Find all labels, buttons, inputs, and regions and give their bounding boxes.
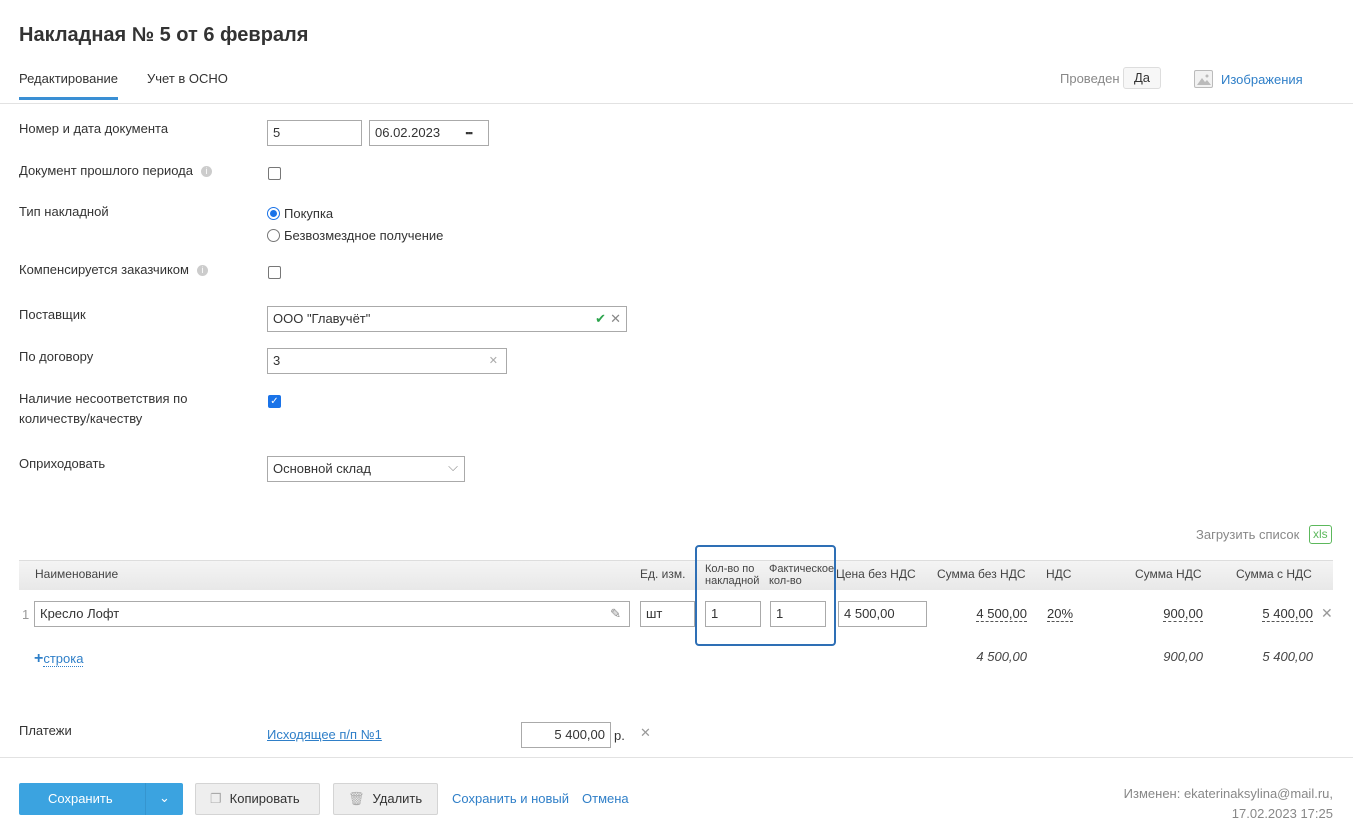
chevron-down-icon: ⌵	[448, 459, 458, 474]
pencil-icon[interactable]: ✎	[610, 602, 621, 626]
supplier-input[interactable]: ООО "Главучёт" ✔ ✕	[267, 306, 627, 332]
total-vat-sum: 900,00	[1163, 649, 1203, 664]
xls-icon[interactable]: xls	[1309, 525, 1332, 544]
col-vat: НДС	[1046, 567, 1072, 581]
compensated-label: Компенсируется заказчиком i	[19, 260, 208, 280]
payments-label: Платежи	[19, 723, 72, 738]
qty-actual-input[interactable]: 1	[770, 601, 826, 627]
payment-amount-input[interactable]: 5 400,00	[521, 722, 611, 748]
currency-label: р.	[614, 728, 625, 743]
cancel-link[interactable]: Отмена	[582, 791, 629, 806]
qty-invoice-input[interactable]: 1	[705, 601, 761, 627]
save-new-link[interactable]: Сохранить и новый	[452, 791, 569, 806]
modified-by: Изменен: ekaterinaksylina@mail.ru,	[1123, 786, 1333, 801]
mismatch-label: Наличие несоответствия по количеству/кач…	[19, 391, 188, 426]
sum-value[interactable]: 4 500,00	[976, 606, 1027, 622]
posted-label: Проведен	[1060, 71, 1120, 86]
contract-input[interactable]: 3 ✕	[267, 348, 507, 374]
page-title: Накладная № 5 от 6 февраля	[19, 24, 309, 46]
copy-label: Копировать	[229, 791, 300, 806]
type-label: Тип накладной	[19, 204, 109, 219]
receive-label: Оприходовать	[19, 456, 106, 471]
doc-date-value: 06.02.2023	[375, 125, 441, 140]
add-row-label: строка	[43, 651, 84, 667]
save-button[interactable]: Сохранить ⌄	[19, 783, 183, 815]
total-with-vat: 5 400,00	[1262, 649, 1313, 664]
doc-number-input[interactable]: 5	[267, 120, 362, 146]
col-name: Наименование	[35, 567, 119, 581]
delete-button[interactable]: 🗑 Удалить	[333, 783, 438, 815]
warehouse-select[interactable]: Основной склад ⌵	[267, 456, 465, 482]
col-sum: Сумма без НДС	[937, 567, 1026, 581]
remove-payment-icon[interactable]: ✕	[640, 725, 651, 741]
image-icon	[1194, 70, 1213, 88]
delete-label: Удалить	[372, 791, 423, 806]
payment-link[interactable]: Исходящее п/п №1	[267, 727, 382, 742]
trash-icon: 🗑	[348, 791, 365, 806]
chevron-down-icon[interactable]: ⌄	[145, 783, 183, 815]
copy-icon: ❐	[210, 791, 222, 806]
modified-info: Изменен: ekaterinaksylina@mail.ru, 17.02.…	[1124, 784, 1333, 824]
row-number: 1	[22, 607, 30, 622]
copy-button[interactable]: ❐ Копировать	[195, 783, 320, 815]
info-icon[interactable]: i	[196, 265, 208, 277]
radio-purchase-label: Покупка	[284, 206, 334, 221]
remove-row-icon[interactable]: ✕	[1321, 605, 1333, 622]
compensated-checkbox[interactable]	[268, 266, 281, 279]
contract-label: По договору	[19, 349, 94, 364]
calendar-icon[interactable]: ▪▪▪	[465, 121, 473, 145]
unit-input[interactable]: шт	[640, 601, 695, 627]
doc-label: Номер и дата документа	[19, 121, 169, 136]
past-period-checkbox[interactable]	[268, 167, 281, 180]
doc-date-input[interactable]: 06.02.2023 ▪▪▪	[369, 120, 489, 146]
vat-sum-value[interactable]: 900,00	[1163, 606, 1203, 622]
images-link[interactable]: Изображения	[1221, 72, 1303, 87]
contract-value: 3	[273, 353, 281, 368]
mismatch-checkbox[interactable]: ✓	[268, 395, 281, 408]
col-total: Сумма с НДС	[1236, 567, 1312, 581]
past-period-text: Документ прошлого периода	[19, 163, 193, 178]
vat-select[interactable]: 20%	[1047, 606, 1074, 622]
col-unit: Ед. изм.	[640, 567, 686, 581]
plus-icon: +	[34, 650, 44, 667]
item-name-value: Кресло Лофт	[40, 606, 120, 621]
item-name-input[interactable]: Кресло Лофт ✎	[34, 601, 630, 627]
warehouse-value: Основной склад	[273, 461, 371, 476]
posted-toggle[interactable]: Да	[1123, 67, 1161, 89]
past-period-label: Документ прошлого периода i	[19, 161, 212, 181]
add-row-link[interactable]: +строка	[34, 650, 84, 668]
check-circle-icon: ✔	[595, 311, 606, 326]
save-label: Сохранить	[48, 791, 113, 806]
radio-free-label: Безвозмездное получение	[284, 228, 444, 243]
tab-editing[interactable]: Редактирование	[19, 71, 119, 100]
radio-free[interactable]	[267, 229, 280, 242]
total-value[interactable]: 5 400,00	[1262, 606, 1313, 622]
upload-list-link[interactable]: Загрузить список	[1196, 527, 1299, 542]
col-vat-sum: Сумма НДС	[1135, 567, 1202, 581]
col-price: Цена без НДС	[836, 567, 916, 581]
clear-icon[interactable]: ✕	[489, 349, 498, 373]
radio-purchase[interactable]	[267, 207, 280, 220]
info-icon[interactable]: i	[201, 166, 212, 178]
modified-date: 17.02.2023 17:25	[1231, 806, 1333, 821]
supplier-label: Поставщик	[19, 307, 86, 322]
clear-icon[interactable]: ✕	[610, 307, 621, 331]
tab-osno[interactable]: Учет в ОСНО	[147, 71, 228, 86]
total-sum: 4 500,00	[976, 649, 1027, 664]
highlight-box	[695, 545, 836, 646]
price-input[interactable]: 4 500,00	[838, 601, 927, 627]
compensated-text: Компенсируется заказчиком	[19, 262, 189, 277]
supplier-value: ООО "Главучёт"	[273, 311, 371, 326]
